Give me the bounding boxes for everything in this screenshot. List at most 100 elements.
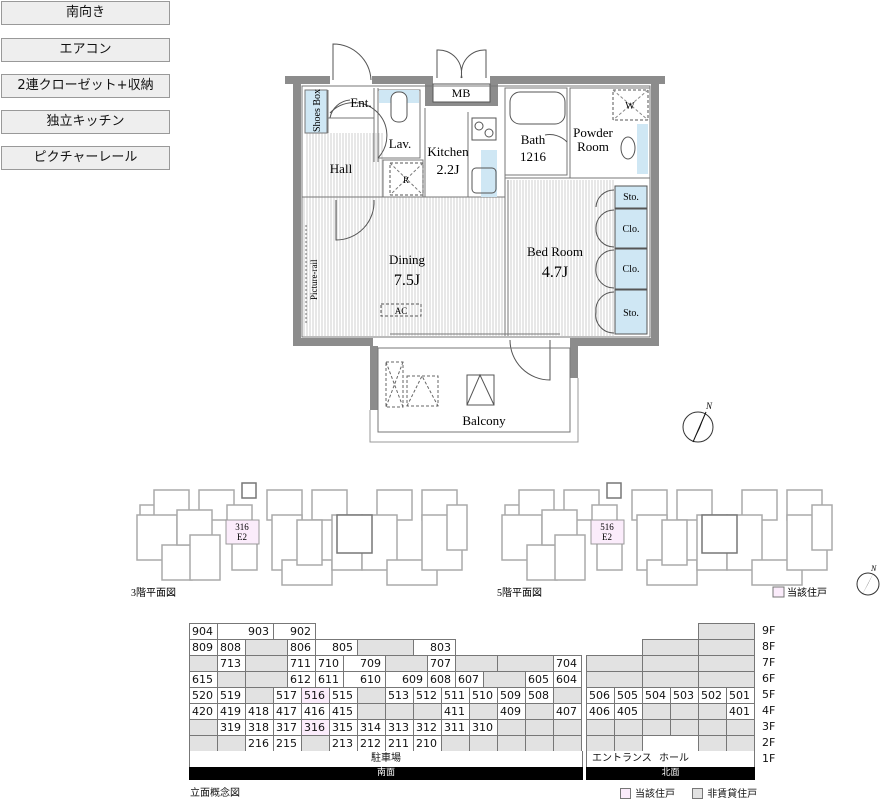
- non-rental-unit: [698, 703, 727, 720]
- non-rental-unit: [586, 719, 615, 736]
- unit-cell: 503: [670, 687, 699, 704]
- svg-text:N: N: [870, 564, 877, 573]
- unit-cell: 707: [427, 655, 456, 672]
- non-rental-unit: [698, 655, 755, 672]
- floor-3-plan-title: 3階平面図: [131, 587, 176, 599]
- non-rental-unit: [726, 735, 755, 752]
- non-rental-unit: [189, 719, 218, 736]
- ac-label: AC: [395, 306, 408, 316]
- non-rental-unit: [586, 655, 643, 672]
- non-rental-unit: [698, 639, 755, 656]
- entry-door: [332, 43, 372, 81]
- non-rental-unit: [245, 655, 288, 672]
- non-rental-unit: [385, 703, 414, 720]
- bathtub-icon: [509, 91, 566, 125]
- bedroom-size: 4.7J: [542, 264, 568, 281]
- basin-icon: [620, 136, 636, 160]
- key-legend-swatch: [772, 586, 785, 598]
- legend-label-non-rental: 非賃貸住戸: [707, 789, 758, 800]
- non-rental-unit: [245, 671, 288, 688]
- key-legend-label: 当該住戸: [787, 586, 827, 599]
- unit-cell: 409: [497, 703, 526, 720]
- svg-text:N: N: [705, 401, 713, 411]
- unit-cell: 612: [287, 671, 316, 688]
- bedroom-label: Bed Room: [527, 244, 583, 259]
- unit-cell: 420: [189, 703, 218, 720]
- non-rental-unit: [586, 735, 615, 752]
- unit-cell: 604: [553, 671, 582, 688]
- shoes-box-label: Shoes Box: [312, 89, 323, 132]
- unit-cell: 415: [329, 703, 358, 720]
- non-rental-unit: [497, 735, 526, 752]
- non-rental-unit: [301, 735, 330, 752]
- powder-room-label-1: Powder: [573, 125, 613, 140]
- unit-cell: 311: [441, 719, 470, 736]
- non-rental-unit: [642, 719, 671, 736]
- unit-cell: 510: [469, 687, 498, 704]
- unit-cell: 608: [427, 671, 456, 688]
- non-rental-unit: [698, 719, 727, 736]
- unit-cell: 809: [189, 639, 218, 656]
- target-unit: 316: [301, 719, 330, 736]
- legend-label-target: 当該住戸: [635, 789, 675, 800]
- floor-label: 6F: [762, 672, 776, 685]
- entrance-label: エントランス: [592, 753, 652, 764]
- refrigerator-label: R: [403, 175, 409, 185]
- unit-cell: 317: [273, 719, 302, 736]
- non-rental-unit: [553, 735, 582, 752]
- sink-area: [481, 150, 497, 197]
- unit-cell: 318: [245, 719, 274, 736]
- ground-parking: 駐車場: [189, 751, 583, 768]
- floor-label: 7F: [762, 656, 776, 669]
- non-rental-unit: [698, 623, 755, 640]
- target-unit: 516: [301, 687, 330, 704]
- non-rental-unit: [642, 671, 699, 688]
- floor-3-plan-outline: [136, 482, 468, 586]
- floor-label: 8F: [762, 640, 776, 653]
- unit-cell: 519: [217, 687, 246, 704]
- non-rental-unit: [483, 671, 526, 688]
- unit-cell: 315: [329, 719, 358, 736]
- non-rental-unit: [525, 735, 554, 752]
- hatch-icon: [466, 373, 495, 406]
- closet-label-2: Clo.: [623, 264, 640, 275]
- toilet-icon: [390, 91, 408, 123]
- unit-cell: 418: [245, 703, 274, 720]
- unit-cell: 210: [413, 735, 442, 752]
- elevation-legend: 当該住戸 非賃貸住戸: [620, 785, 757, 800]
- unit-cell: 902: [273, 623, 316, 640]
- closet-label-1: Clo.: [623, 224, 640, 235]
- non-rental-unit: [614, 719, 643, 736]
- floor-label: 1F: [762, 752, 776, 765]
- non-rental-unit: [357, 703, 386, 720]
- unit-cell: 506: [586, 687, 615, 704]
- unit-cell: 508: [525, 687, 554, 704]
- outdoor-units: [385, 361, 439, 408]
- unit-cell: 314: [357, 719, 386, 736]
- non-rental-unit: [586, 671, 643, 688]
- unit-cell: 710: [315, 655, 344, 672]
- powder-room-label-2: Room: [577, 139, 609, 154]
- unit-cell: 903: [217, 623, 274, 640]
- floor-label: 4F: [762, 704, 776, 717]
- kitchen-label: Kitchen: [427, 144, 469, 159]
- unit-cell: 407: [553, 703, 582, 720]
- unit-cell: 502: [698, 687, 727, 704]
- unit-cell: 517: [273, 687, 302, 704]
- non-rental-unit: [614, 735, 643, 752]
- non-rental-unit: [455, 655, 498, 672]
- non-rental-unit: [189, 735, 218, 752]
- unit-cell: 607: [455, 671, 484, 688]
- north-face-bar: 北面: [586, 767, 755, 780]
- floor-label: 2F: [762, 736, 776, 749]
- unit-cell: 416: [301, 703, 330, 720]
- non-rental-unit: [553, 719, 582, 736]
- unit-cell: 417: [273, 703, 302, 720]
- non-rental-unit: [497, 719, 526, 736]
- unit-cell: 704: [553, 655, 582, 672]
- ent-label: Ent.: [350, 95, 371, 110]
- washer-label: W: [625, 101, 635, 112]
- unit-cell: 212: [357, 735, 386, 752]
- non-rental-unit: [441, 735, 470, 752]
- stove-icon: [471, 117, 497, 141]
